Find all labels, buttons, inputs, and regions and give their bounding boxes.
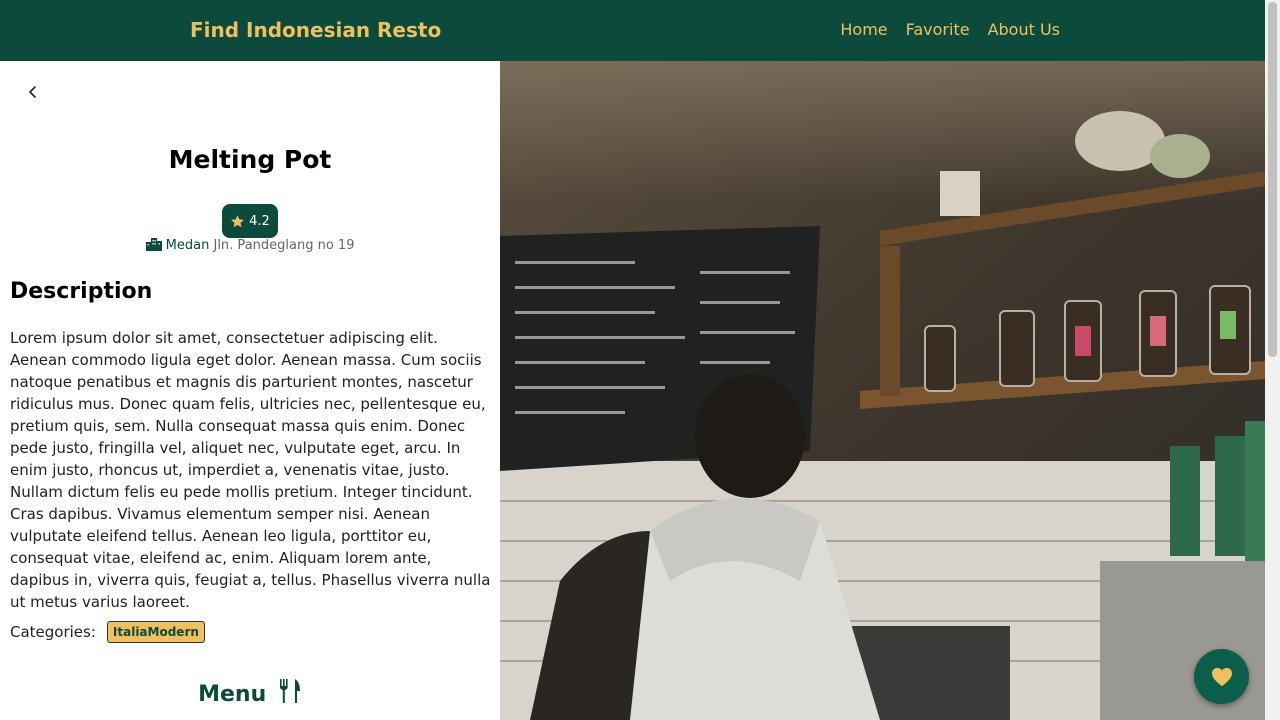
brand-title[interactable]: Find Indonesian Resto xyxy=(190,18,441,42)
categories-row: Categories: ItaliaModern xyxy=(10,621,205,643)
chevron-left-icon[interactable] xyxy=(24,83,40,101)
restaurant-name: Melting Pot xyxy=(168,145,332,174)
restaurant-photo xyxy=(500,61,1265,720)
app-header: Find Indonesian Resto Home Favorite Abou… xyxy=(0,0,1265,61)
nav-favorite-link[interactable]: Favorite xyxy=(906,20,970,39)
rating-badge: 4.2 xyxy=(222,204,278,238)
nav-home-link[interactable]: Home xyxy=(840,20,887,39)
star-icon xyxy=(231,214,245,227)
menu-heading-text: Menu xyxy=(198,682,267,707)
nav-about-link[interactable]: About Us xyxy=(988,20,1060,39)
restaurant-location: Medan Jln. Pandeglang no 19 xyxy=(0,237,500,253)
restaurant-city: Medan xyxy=(165,238,210,253)
favorite-button[interactable] xyxy=(1194,649,1249,704)
utensils-icon xyxy=(279,679,300,703)
main-nav: Home Favorite About Us xyxy=(822,20,1060,39)
city-icon xyxy=(145,238,162,251)
categories-label: Categories: xyxy=(10,623,96,641)
rating-value: 4.2 xyxy=(249,213,270,229)
restaurant-address: Jln. Pandeglang no 19 xyxy=(213,238,355,253)
description-heading: Description xyxy=(10,279,153,304)
description-text: Lorem ipsum dolor sit amet, consectetuer… xyxy=(10,329,491,611)
restaurant-detail: Melting Pot 4.2 Medan Jln. Pandeglang no… xyxy=(0,61,500,720)
heart-icon xyxy=(1211,667,1232,686)
page-scrollbar[interactable] xyxy=(1265,0,1280,720)
category-chip: ItaliaModern xyxy=(106,621,205,643)
scrollbar-thumb[interactable] xyxy=(1268,2,1277,357)
menu-heading: Menu xyxy=(0,678,500,707)
cafe-interior-image xyxy=(500,61,1265,720)
